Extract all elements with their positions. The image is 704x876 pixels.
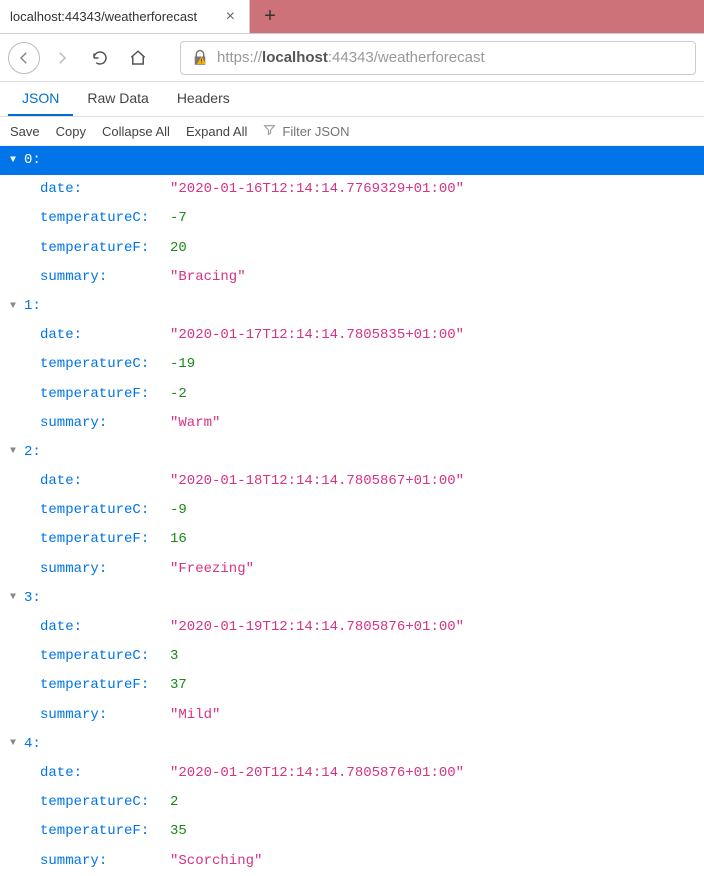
json-property: temperatureF:35 [0,817,704,846]
forward-button[interactable] [46,42,78,74]
view-tabs: JSON Raw Data Headers [0,82,704,117]
json-index: 4: [24,732,41,757]
json-property: temperatureC:-9 [0,496,704,525]
tab-json[interactable]: JSON [8,82,73,116]
save-button[interactable]: Save [10,124,40,139]
tab-strip-bg [290,0,704,33]
filter-input[interactable] [282,124,402,139]
reload-button[interactable] [84,42,116,74]
json-property: temperatureF:16 [0,525,704,554]
lock-warning-icon [191,49,209,67]
json-property: temperatureC:3 [0,642,704,671]
filter-icon [263,123,276,139]
chevron-down-icon[interactable]: ▼ [10,298,24,316]
json-array-item-2[interactable]: ▼ 2: [0,438,704,467]
json-array-item-1[interactable]: ▼ 1: [0,292,704,321]
browser-tab[interactable]: localhost:44343/weatherforecast × [0,0,250,33]
nav-bar: https://localhost:44343/weatherforecast [0,34,704,82]
json-property: summary:"Mild" [0,701,704,730]
json-property: date:"2020-01-20T12:14:14.7805876+01:00" [0,759,704,788]
url-text: https://localhost:44343/weatherforecast [217,49,485,66]
json-property: temperatureF:20 [0,234,704,263]
json-index: 3: [24,586,41,611]
json-property: date:"2020-01-18T12:14:14.7805867+01:00" [0,467,704,496]
json-index: 1: [24,294,41,319]
chevron-down-icon[interactable]: ▼ [10,443,24,461]
json-property: temperatureC:2 [0,788,704,817]
back-button[interactable] [8,42,40,74]
json-property: temperatureF:-2 [0,380,704,409]
json-property: summary:"Scorching" [0,847,704,876]
json-index: 2: [24,440,41,465]
close-icon[interactable]: × [222,8,239,26]
filter-wrap [263,123,402,139]
chevron-down-icon[interactable]: ▼ [10,152,24,170]
json-index: 0: [24,148,41,173]
new-tab-button[interactable]: + [250,0,290,33]
json-property: summary:"Warm" [0,409,704,438]
home-button[interactable] [122,42,154,74]
expand-all-button[interactable]: Expand All [186,124,247,139]
tab-headers[interactable]: Headers [163,82,244,116]
json-property: summary:"Bracing" [0,263,704,292]
action-bar: Save Copy Collapse All Expand All [0,117,704,146]
json-property: date:"2020-01-19T12:14:14.7805876+01:00" [0,613,704,642]
chevron-down-icon[interactable]: ▼ [10,735,24,753]
json-property: temperatureF:37 [0,671,704,700]
json-viewer: ▼ 0: date:"2020-01-16T12:14:14.7769329+0… [0,146,704,876]
json-property: temperatureC:-7 [0,204,704,233]
collapse-all-button[interactable]: Collapse All [102,124,170,139]
tab-title: localhost:44343/weatherforecast [10,9,222,24]
tab-raw-data[interactable]: Raw Data [73,82,162,116]
tab-strip: localhost:44343/weatherforecast × + [0,0,704,34]
address-bar[interactable]: https://localhost:44343/weatherforecast [180,41,696,75]
json-property: temperatureC:-19 [0,350,704,379]
json-array-item-0[interactable]: ▼ 0: [0,146,704,175]
json-property: date:"2020-01-16T12:14:14.7769329+01:00" [0,175,704,204]
json-array-item-4[interactable]: ▼ 4: [0,730,704,759]
json-property: summary:"Freezing" [0,555,704,584]
json-property: date:"2020-01-17T12:14:14.7805835+01:00" [0,321,704,350]
json-array-item-3[interactable]: ▼ 3: [0,584,704,613]
copy-button[interactable]: Copy [56,124,86,139]
chevron-down-icon[interactable]: ▼ [10,589,24,607]
